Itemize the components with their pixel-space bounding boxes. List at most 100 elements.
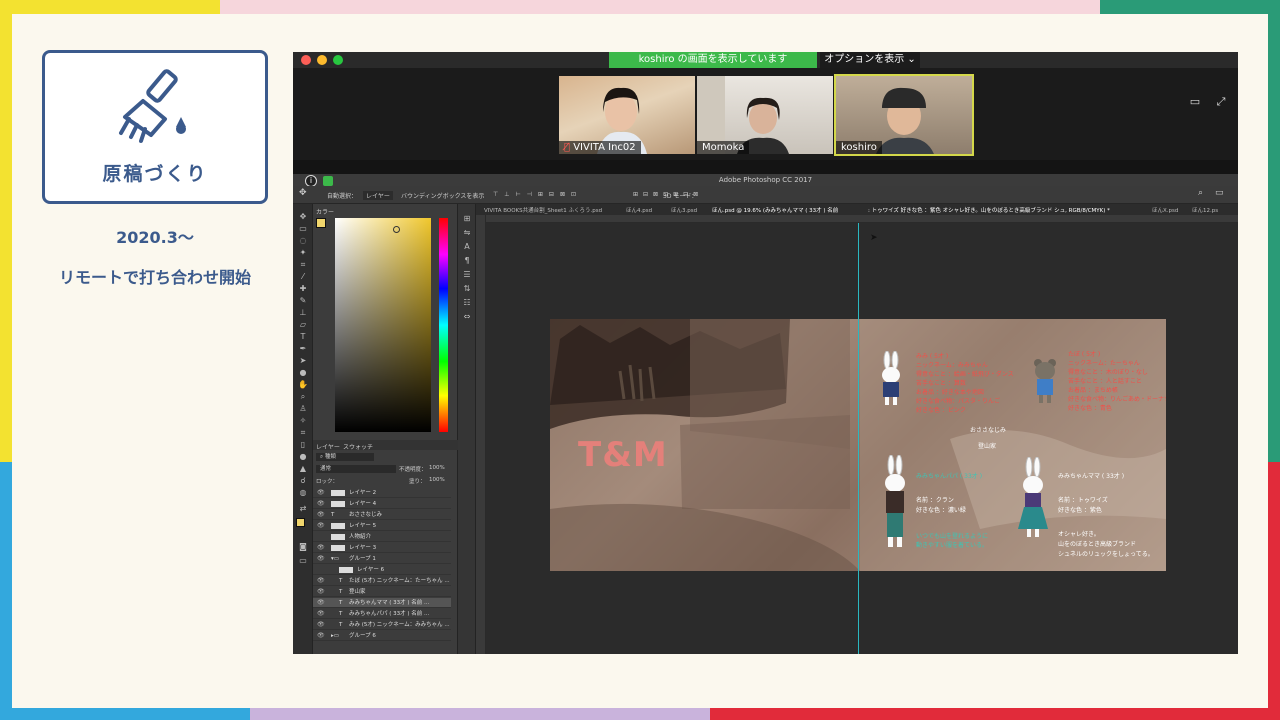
history-icon[interactable]: ⊞ bbox=[461, 214, 473, 224]
channels-icon[interactable]: ☷ bbox=[461, 298, 473, 308]
eraser-tool-icon[interactable]: ▱ bbox=[297, 320, 309, 330]
layer-row[interactable]: 👁 ▸▭ グループ 6 bbox=[313, 631, 451, 641]
participant-tile-koshiro[interactable]: koshiro bbox=[834, 74, 974, 156]
speaker-view-icon[interactable]: ▭ bbox=[1188, 96, 1202, 108]
smudge-icon[interactable]: ☌ bbox=[297, 476, 309, 486]
hand-tool-icon[interactable]: ✋ bbox=[297, 380, 309, 390]
layer-row[interactable]: 👁 T 登山家 bbox=[313, 587, 451, 597]
auto-select-dropdown[interactable]: レイヤー bbox=[363, 191, 393, 200]
stamp-tool-icon[interactable]: ⊥ bbox=[297, 308, 309, 318]
brush-tool-icon[interactable]: ✎ bbox=[297, 296, 309, 306]
fullscreen-icon[interactable]: ⤢ bbox=[1214, 96, 1228, 108]
layer-comp-icon[interactable]: ⇅ bbox=[461, 284, 473, 294]
layer-row[interactable]: 👁 ▾▭ グループ 1 bbox=[313, 554, 451, 564]
workspace-icon[interactable]: ▭ bbox=[1215, 188, 1224, 198]
align-icons[interactable]: ⊤⊥⊢⊣⊞⊟⊠⊡ bbox=[493, 191, 582, 198]
layer-row[interactable]: 👁 T みみ (5才) ニックネーム：みみちゃん ... bbox=[313, 620, 451, 630]
screen-mode-icon[interactable]: ▭ bbox=[297, 556, 309, 566]
magic-wand-tool-icon[interactable]: ✦ bbox=[297, 248, 309, 258]
document-canvas[interactable]: T&M みみ ( 5才 ) ニックネーム：みみちゃん 得意なこと ：絵画・紙飛び… bbox=[486, 223, 1238, 654]
swatches-tab[interactable]: スウォッチ bbox=[343, 442, 373, 451]
visibility-eye-icon[interactable]: 👁 bbox=[317, 587, 325, 597]
character-icon[interactable]: A bbox=[461, 242, 473, 252]
maximize-window-button[interactable] bbox=[333, 55, 343, 65]
visibility-eye-icon[interactable]: 👁 bbox=[317, 554, 325, 564]
visibility-eye-icon[interactable]: 👁 bbox=[317, 510, 325, 520]
visibility-eye-icon[interactable]: 👁 bbox=[317, 543, 325, 553]
text-tool-icon[interactable]: T bbox=[297, 332, 309, 342]
glyph-icon[interactable]: ☰ bbox=[461, 270, 473, 280]
opacity-value[interactable]: 100% bbox=[429, 465, 445, 471]
layer-row[interactable]: レイヤー 6 bbox=[313, 565, 451, 575]
participant-tile-momoka[interactable]: Momoka bbox=[697, 76, 833, 154]
shape-tool-icon[interactable]: ● bbox=[297, 368, 309, 378]
layer-row[interactable]: 👁 レイヤー 3 bbox=[313, 543, 451, 553]
layer-row[interactable]: 👁 レイヤー 2 bbox=[313, 488, 451, 498]
doc-tab[interactable]: VIVITA BOOKS共通台割_Sheet1 ふくろう.psd bbox=[484, 206, 602, 214]
color-picker-field[interactable] bbox=[335, 218, 431, 432]
opacity-label: 不透明度： bbox=[399, 467, 427, 473]
person-icon[interactable]: ♙ bbox=[297, 404, 309, 414]
color-picker-cursor[interactable] bbox=[393, 226, 400, 233]
triangle-icon[interactable]: ▲ bbox=[297, 464, 309, 474]
color-panel-tab[interactable]: カラー bbox=[316, 207, 334, 216]
visibility-eye-icon[interactable]: 👁 bbox=[317, 609, 325, 619]
visibility-eye-icon[interactable]: 👁 bbox=[317, 499, 325, 509]
move-tool-icon[interactable]: ✥ bbox=[299, 188, 307, 198]
layer-row[interactable]: 👁 T みみちゃんパパ ( 33才 ) 名前 ... bbox=[313, 609, 451, 619]
vertical-guide[interactable] bbox=[858, 223, 859, 654]
layer-row[interactable]: 👁 T おささなじみ bbox=[313, 510, 451, 520]
crop-tool-icon[interactable]: ⌗ bbox=[297, 260, 309, 270]
layer-kind-filter[interactable]: ⌕ 種類 bbox=[316, 453, 374, 461]
layer-row[interactable]: 👁 レイヤー 4 bbox=[313, 499, 451, 509]
lasso-tool-icon[interactable]: ◌ bbox=[297, 236, 309, 246]
path-select-tool-icon[interactable]: ➤ bbox=[297, 356, 309, 366]
paragraph-icon[interactable]: ¶ bbox=[461, 256, 473, 266]
search-icon[interactable]: ⌕ bbox=[1198, 188, 1203, 198]
doc-tab[interactable]: ほん12.ps bbox=[1192, 206, 1218, 214]
doc-tab-active[interactable]: ほん.psd @ 19.6% (みみちゃんママ ( 33才 ) 名前 bbox=[712, 206, 838, 214]
visibility-eye-icon[interactable]: 👁 bbox=[317, 521, 325, 531]
ellipse-icon[interactable]: ◍ bbox=[297, 488, 309, 498]
pen-tool-icon[interactable]: ✒ bbox=[297, 344, 309, 354]
visibility-eye-icon[interactable]: 👁 bbox=[317, 598, 325, 608]
frame-icon[interactable]: ▯ bbox=[297, 440, 309, 450]
layer-thumbnail bbox=[331, 490, 345, 496]
visibility-eye-icon[interactable]: 👁 bbox=[317, 488, 325, 498]
adjust-icon[interactable]: ⇋ bbox=[461, 228, 473, 238]
layer-row[interactable]: 👁 T たぼ (5才) ニックネーム：たーちゃん ... bbox=[313, 576, 451, 586]
foreground-color-swatch[interactable] bbox=[296, 518, 305, 527]
fg-swatch-mini[interactable] bbox=[316, 218, 326, 228]
visibility-eye-icon[interactable]: 👁 bbox=[317, 576, 325, 586]
doc-tab[interactable]: ほん3.psd bbox=[671, 206, 697, 214]
participant-tile-vivita[interactable]: 🎙̸ VIVITA Inc02 bbox=[559, 76, 695, 154]
zoom-tool-icon[interactable]: ⌕ bbox=[297, 392, 309, 402]
layer-row[interactable]: 👁 レイヤー 5 bbox=[313, 521, 451, 531]
wand-icon[interactable]: ✧ bbox=[297, 416, 309, 426]
move-tool-icon[interactable]: ✥ bbox=[297, 212, 309, 222]
swap-colors-icon[interactable]: ⇄ bbox=[297, 504, 309, 514]
crop-icon[interactable]: ⌗ bbox=[297, 428, 309, 438]
eyedropper-tool-icon[interactable]: ⁄ bbox=[297, 272, 309, 282]
fill-value[interactable]: 100% bbox=[429, 477, 445, 483]
layers-tab[interactable]: レイヤー bbox=[316, 442, 340, 451]
doc-tab[interactable]: ほんX.psd bbox=[1152, 206, 1178, 214]
shield-icon[interactable] bbox=[323, 176, 333, 186]
bounding-box-checkbox[interactable]: バウンディングボックスを表示 bbox=[401, 191, 484, 200]
doc-tab[interactable]: ほん4.psd bbox=[626, 206, 652, 214]
visibility-eye-icon[interactable]: 👁 bbox=[317, 631, 325, 641]
marquee-tool-icon[interactable]: ▭ bbox=[297, 224, 309, 234]
view-options-button[interactable]: オプションを表示 ⌄ bbox=[820, 52, 920, 68]
minimize-window-button[interactable] bbox=[317, 55, 327, 65]
auto-select-label[interactable]: 自動選択： bbox=[327, 191, 357, 200]
blend-mode-select[interactable]: 通常 bbox=[316, 465, 396, 473]
layer-row-selected[interactable]: 👁 T みみちゃんママ ( 33才 ) 名前 ... bbox=[313, 598, 451, 608]
drop-icon[interactable]: ● bbox=[297, 452, 309, 462]
paths-icon[interactable]: ⇔ bbox=[461, 312, 473, 322]
visibility-eye-icon[interactable]: 👁 bbox=[317, 620, 325, 630]
hue-slider[interactable] bbox=[439, 218, 448, 432]
layer-row[interactable]: 人物紹介 bbox=[313, 532, 451, 542]
healing-tool-icon[interactable]: ✚ bbox=[297, 284, 309, 294]
close-window-button[interactable] bbox=[301, 55, 311, 65]
quick-mask-icon[interactable]: ◙ bbox=[297, 542, 309, 552]
